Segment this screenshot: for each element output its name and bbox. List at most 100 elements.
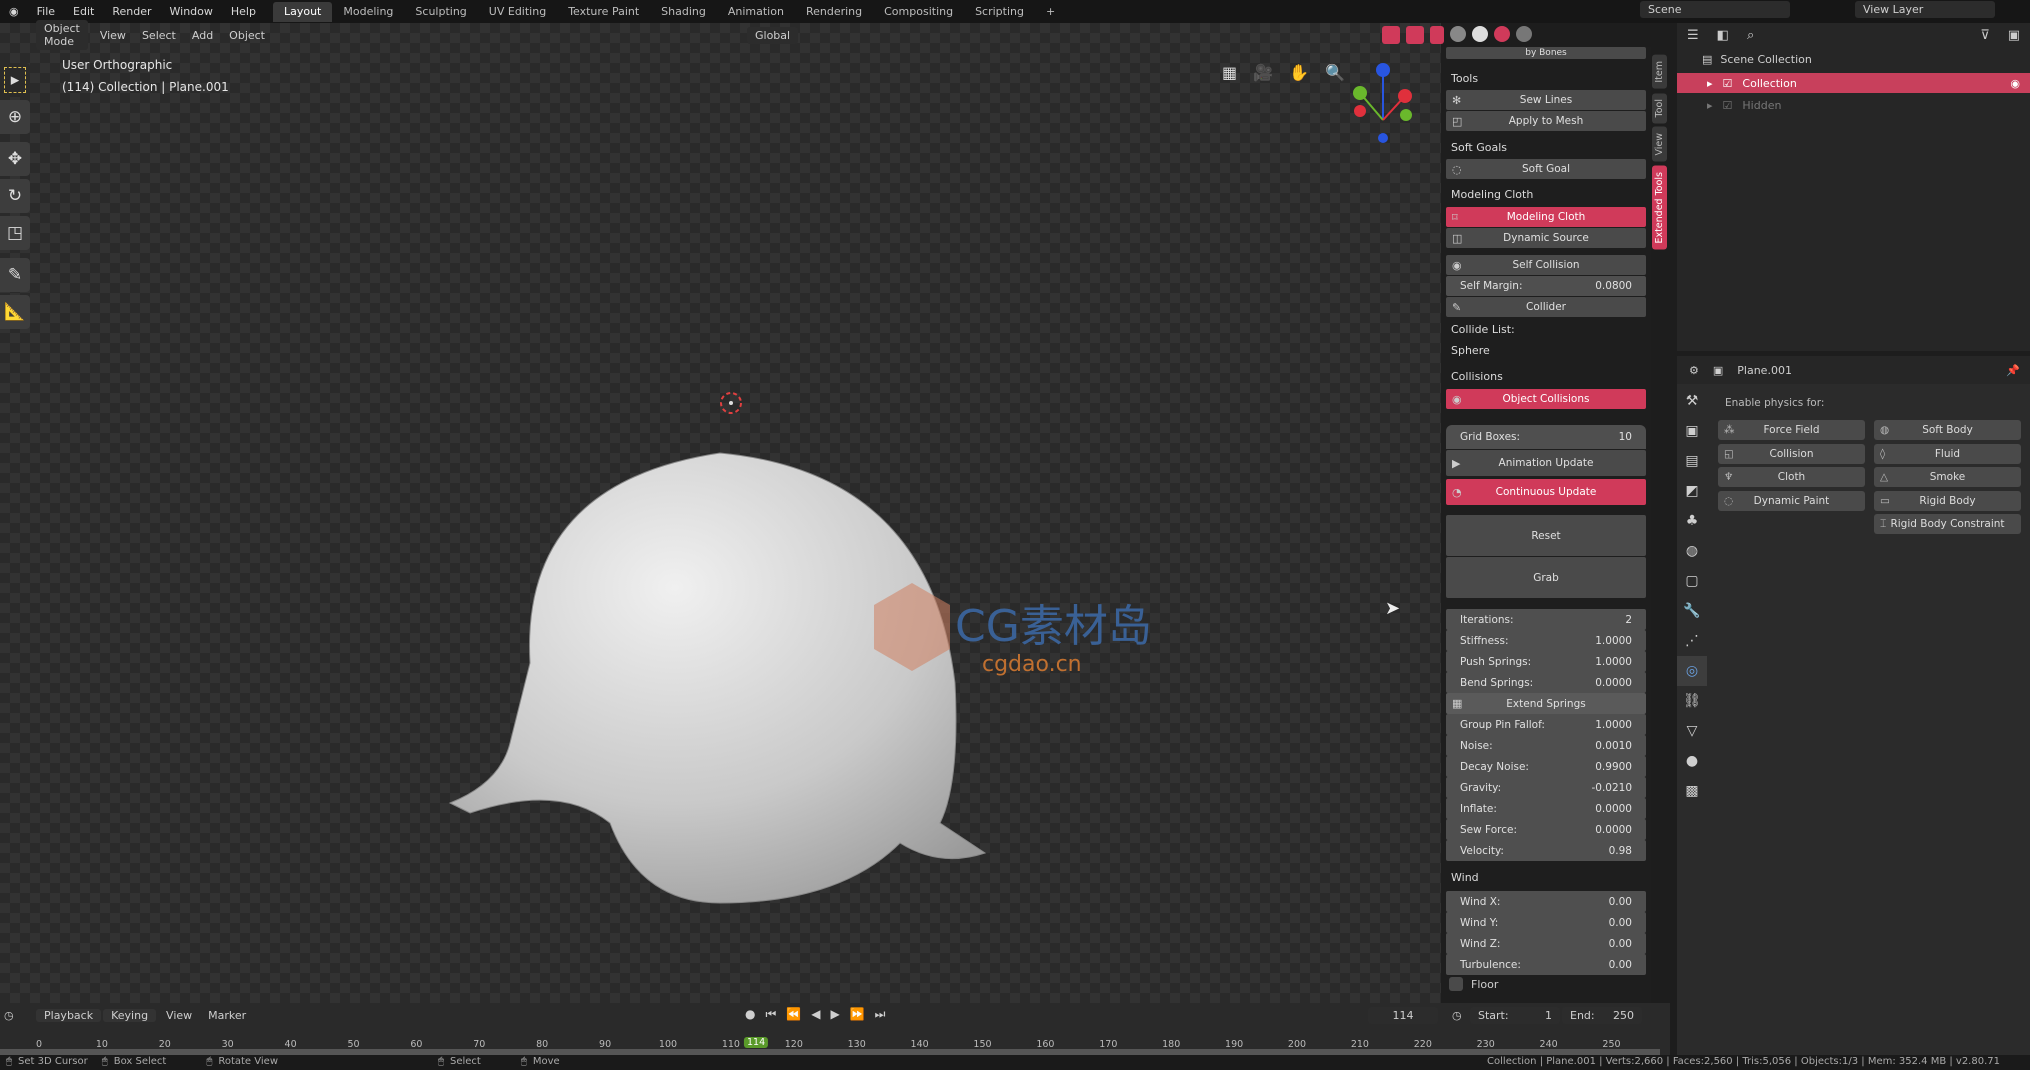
- physics-smoke-button[interactable]: △ Smoke: [1874, 467, 2021, 487]
- tab-compositing[interactable]: Compositing: [873, 2, 964, 22]
- physics-fluid-button[interactable]: ◊ Fluid: [1874, 443, 2021, 464]
- tab-sculpting[interactable]: Sculpting: [404, 2, 477, 22]
- collider-button[interactable]: ✎ Collider: [1446, 297, 1646, 317]
- param-field[interactable]: Iterations: 2: [1446, 609, 1646, 630]
- scene-collection-row[interactable]: ▤ Scene Collection: [1702, 53, 1812, 66]
- param-field[interactable]: Gravity: -0.0210: [1446, 777, 1646, 798]
- param-field[interactable]: Decay Noise: 0.9900: [1446, 756, 1646, 777]
- menu-object[interactable]: Object: [221, 29, 273, 42]
- param-field[interactable]: Inflate: 0.0000: [1446, 798, 1646, 819]
- tab-item[interactable]: Item: [1652, 55, 1667, 89]
- solid-shading-icon[interactable]: [1472, 26, 1489, 42]
- grid-view-icon[interactable]: ▦: [1222, 63, 1237, 82]
- frame-ruler[interactable]: 0 10 20 30 40 50 60 70 80 90 100 110 120 130 140 150 160…: [0, 1003, 1670, 1055]
- tool-icon[interactable]: ⚒: [1677, 386, 1707, 416]
- current-frame-marker[interactable]: 114: [743, 1037, 769, 1048]
- overlay-toggle[interactable]: [1382, 26, 1401, 44]
- param-field[interactable]: Push Springs: 1.0000: [1446, 651, 1646, 672]
- eye-icon[interactable]: ◉: [2010, 77, 2030, 90]
- physics-dynamic-paint-button[interactable]: ◌ Dynamic Paint: [1718, 490, 1865, 511]
- 3d-viewport[interactable]: User Orthographic (114) Collection | Pla…: [0, 23, 1441, 1003]
- scale-tool-icon[interactable]: ◳: [0, 216, 30, 250]
- editor-type-icon[interactable]: ⚙: [1689, 364, 1699, 377]
- material-icon[interactable]: ●: [1677, 746, 1707, 776]
- wind-field[interactable]: Wind Z: 0.00: [1446, 933, 1646, 954]
- menu-file[interactable]: File: [28, 5, 64, 18]
- sew-lines-button[interactable]: ✻ Sew Lines: [1446, 90, 1646, 110]
- animation-update-button[interactable]: ▶ Animation Update: [1446, 450, 1646, 476]
- outliner-row-collection[interactable]: ▸ ☑ Collection ◉: [1677, 73, 2030, 93]
- param-field[interactable]: Sew Force: 0.0000: [1446, 819, 1646, 840]
- tab-shading[interactable]: Shading: [650, 2, 717, 22]
- pin-icon[interactable]: 📌: [2006, 364, 2030, 377]
- menu-select[interactable]: Select: [134, 29, 184, 42]
- zoom-icon[interactable]: 🔍: [1325, 63, 1345, 82]
- physics-rigid-body-button[interactable]: ▭ Rigid Body: [1874, 490, 2021, 511]
- filter-view-icon[interactable]: ◧: [1717, 28, 1729, 43]
- render-icon[interactable]: ▣: [1677, 416, 1707, 446]
- view-layer-icon[interactable]: ◩: [1677, 476, 1707, 506]
- param-field[interactable]: Bend Springs: 0.0000: [1446, 672, 1646, 693]
- self-collision-button[interactable]: ◉ Self Collision: [1446, 255, 1646, 275]
- param-field[interactable]: Velocity: 0.98: [1446, 840, 1646, 861]
- wind-field[interactable]: Turbulence: 0.00: [1446, 954, 1646, 975]
- tab-view[interactable]: View: [1652, 127, 1667, 162]
- mode-selector[interactable]: Object Mode: [36, 20, 88, 50]
- tab-uv-editing[interactable]: UV Editing: [478, 2, 557, 22]
- rotate-tool-icon[interactable]: ↻: [0, 179, 30, 213]
- orientation-selector[interactable]: Global: [747, 26, 799, 44]
- tab-layout[interactable]: Layout: [272, 1, 333, 22]
- grid-boxes-field[interactable]: Grid Boxes: 10: [1446, 425, 1646, 449]
- tab-modeling[interactable]: Modeling: [332, 2, 404, 22]
- menu-help[interactable]: Help: [222, 5, 265, 18]
- pan-hand-icon[interactable]: ✋: [1289, 63, 1309, 82]
- data-icon[interactable]: ▽: [1677, 716, 1707, 746]
- physics-force-field-button[interactable]: ⁂ Force Field: [1718, 420, 1865, 440]
- add-workspace-button[interactable]: +: [1035, 2, 1066, 22]
- shading-toggle[interactable]: [1430, 26, 1445, 44]
- constraints-icon[interactable]: ⛓: [1677, 686, 1707, 716]
- continuous-update-button[interactable]: ◔ Continuous Update: [1446, 479, 1646, 505]
- menu-add[interactable]: Add: [184, 29, 221, 42]
- physics-cloth-button[interactable]: ♆ Cloth: [1718, 467, 1865, 487]
- physics-rigid-body-constraint-button[interactable]: ⌶ Rigid Body Constraint: [1874, 514, 2021, 534]
- tab-scripting[interactable]: Scripting: [964, 2, 1035, 22]
- menu-window[interactable]: Window: [161, 5, 222, 18]
- blender-logo-icon[interactable]: ◉: [0, 5, 28, 18]
- self-margin-field[interactable]: Self Margin: 0.0800: [1446, 276, 1646, 296]
- physics-icon[interactable]: ◎: [1677, 656, 1707, 686]
- wind-field[interactable]: Wind X: 0.00: [1446, 891, 1646, 912]
- menu-edit[interactable]: Edit: [64, 5, 103, 18]
- move-tool-icon[interactable]: ✥: [0, 142, 30, 176]
- by-bones-button[interactable]: by Bones: [1446, 47, 1646, 59]
- floor-checkbox[interactable]: Floor: [1449, 977, 1498, 991]
- tab-rendering[interactable]: Rendering: [795, 2, 873, 22]
- display-mode-icon[interactable]: ☰: [1687, 28, 1699, 43]
- menu-view[interactable]: View: [92, 29, 134, 42]
- param-field[interactable]: Stiffness: 1.0000: [1446, 630, 1646, 651]
- material-shading-icon[interactable]: [1494, 26, 1511, 42]
- checkbox-icon[interactable]: ☑: [1723, 77, 1733, 90]
- tab-animation[interactable]: Animation: [717, 2, 795, 22]
- world-icon[interactable]: ◍: [1677, 536, 1707, 566]
- object-collisions-button[interactable]: ◉ Object Collisions: [1446, 389, 1646, 409]
- soft-goal-button[interactable]: ◌ Soft Goal: [1446, 159, 1646, 179]
- collide-list-item[interactable]: Sphere: [1451, 344, 1490, 357]
- annotate-tool-icon[interactable]: ✎: [0, 258, 30, 292]
- tab-tool[interactable]: Tool: [1652, 92, 1667, 124]
- extend-springs-button[interactable]: ▦ Extend Springs: [1446, 693, 1646, 714]
- scene-selector[interactable]: Scene: [1640, 1, 1790, 18]
- checkbox-icon[interactable]: ☑: [1723, 99, 1733, 112]
- object-icon[interactable]: ▢: [1677, 566, 1707, 596]
- physics-soft-body-button[interactable]: ◍ Soft Body: [1874, 420, 2021, 440]
- apply-to-mesh-button[interactable]: ◰ Apply to Mesh: [1446, 111, 1646, 131]
- reset-button[interactable]: Reset: [1446, 515, 1646, 556]
- search-icon[interactable]: ⌕: [1747, 28, 1754, 43]
- rendered-shading-icon[interactable]: [1516, 26, 1533, 42]
- camera-icon[interactable]: 🎥: [1253, 63, 1273, 82]
- dynamic-source-button[interactable]: ◫ Dynamic Source: [1446, 228, 1646, 248]
- param-field[interactable]: Group Pin Fallof: 1.0000: [1446, 714, 1646, 735]
- select-box-tool-icon[interactable]: ▸: [0, 63, 30, 97]
- tab-texture-paint[interactable]: Texture Paint: [557, 2, 650, 22]
- cursor-tool-icon[interactable]: ⊕: [0, 100, 30, 134]
